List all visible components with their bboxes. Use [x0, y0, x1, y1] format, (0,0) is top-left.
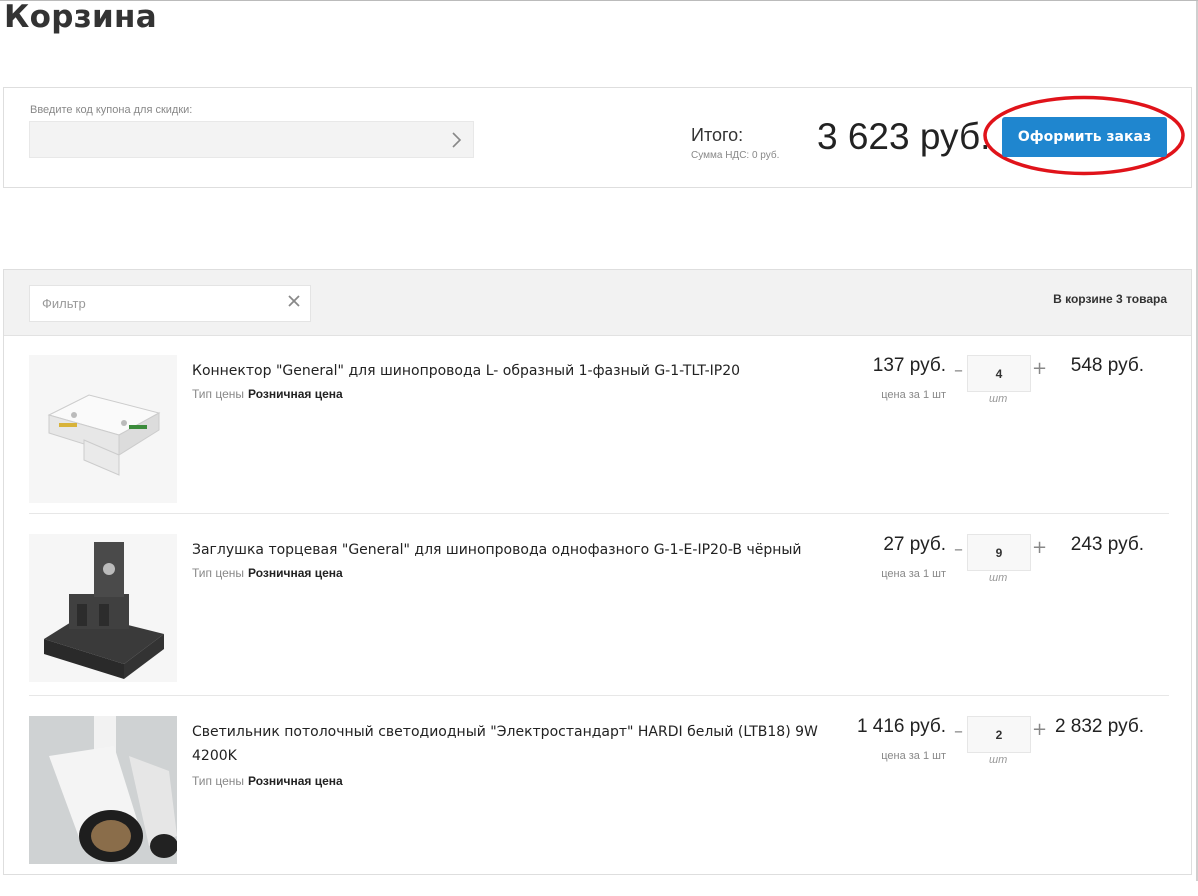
product-photo — [29, 716, 177, 864]
price-type-value: Розничная цена — [248, 387, 343, 401]
minus-icon[interactable]: – — [954, 539, 963, 560]
filter-placeholder: Фильтр — [42, 296, 86, 311]
price-type: Тип цены Розничная цена — [192, 774, 343, 788]
product-image[interactable] — [29, 534, 177, 682]
item-divider — [29, 695, 1169, 696]
quantity-unit: шт — [989, 572, 1008, 584]
coupon-input[interactable] — [29, 121, 474, 158]
item-sum: 2 832 руб. — [1054, 716, 1144, 737]
unit-price-label: цена за 1 шт — [881, 389, 946, 401]
basket-count: В корзине 3 товара — [1053, 292, 1167, 306]
price-type-label: Тип цены — [192, 774, 245, 788]
filter-input[interactable]: Фильтр — [29, 285, 311, 322]
product-photo — [29, 534, 177, 682]
minus-icon[interactable]: – — [954, 721, 963, 742]
minus-icon[interactable]: – — [954, 360, 963, 381]
product-name[interactable]: Коннектор "General" для шинопровода L- о… — [192, 359, 842, 383]
price-type-label: Тип цены — [192, 566, 245, 580]
quantity-unit: шт — [989, 754, 1008, 766]
item-divider — [29, 513, 1169, 514]
product-image[interactable] — [29, 716, 177, 864]
price-type-value: Розничная цена — [248, 774, 343, 788]
total-label: Итого: — [691, 125, 744, 145]
quantity-input[interactable]: 4 — [967, 355, 1031, 392]
plus-icon[interactable]: + — [1032, 537, 1047, 558]
unit-price-label: цена за 1 шт — [881, 750, 946, 762]
item-sum: 548 руб. — [1070, 355, 1144, 376]
basket-item: Коннектор "General" для шинопровода L- о… — [29, 355, 1169, 535]
quantity-input[interactable]: 2 — [967, 716, 1031, 753]
page-title: Корзина — [4, 0, 157, 35]
unit-price: 1 416 руб. — [856, 716, 946, 737]
order-summary: Введите код купона для скидки: Итого: Су… — [3, 87, 1192, 188]
quantity-input[interactable]: 9 — [967, 534, 1031, 571]
basket-header: Фильтр В корзине 3 товара — [4, 270, 1191, 336]
unit-price: 137 руб. — [872, 355, 946, 376]
total-value: 3 623 руб. — [817, 116, 991, 157]
vat-label: Сумма НДС: 0 руб. — [691, 150, 780, 161]
product-name[interactable]: Светильник потолочный светодиодный "Элек… — [192, 720, 842, 768]
chevron-right-icon[interactable] — [449, 131, 465, 149]
item-sum: 243 руб. — [1070, 534, 1144, 555]
close-icon[interactable] — [286, 293, 302, 309]
price-type: Тип цены Розничная цена — [192, 387, 343, 401]
quantity-unit: шт — [989, 393, 1008, 405]
price-type-label: Тип цены — [192, 387, 245, 401]
coupon-label: Введите код купона для скидки: — [30, 104, 193, 116]
basket-list: Фильтр В корзине 3 товара Коннектор "Gen — [3, 269, 1192, 875]
product-image[interactable] — [29, 355, 177, 503]
basket-item: Светильник потолочный светодиодный "Элек… — [29, 716, 1169, 896]
unit-price-label: цена за 1 шт — [881, 568, 946, 580]
product-photo — [29, 355, 177, 503]
plus-icon[interactable]: + — [1032, 719, 1047, 740]
unit-price: 27 руб. — [883, 534, 946, 555]
checkout-button[interactable]: Оформить заказ — [1002, 117, 1167, 157]
plus-icon[interactable]: + — [1032, 358, 1047, 379]
basket-item: Заглушка торцевая "General" для шинопров… — [29, 534, 1169, 714]
price-type: Тип цены Розничная цена — [192, 566, 343, 580]
price-type-value: Розничная цена — [248, 566, 343, 580]
product-name[interactable]: Заглушка торцевая "General" для шинопров… — [192, 538, 842, 562]
